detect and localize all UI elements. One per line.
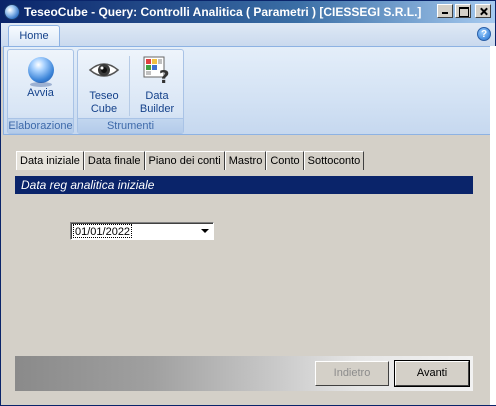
- data-builder-icon: ?: [141, 54, 173, 86]
- ribbon-tab-home[interactable]: Home: [8, 25, 60, 47]
- avvia-button[interactable]: Avvia: [18, 54, 63, 100]
- next-button[interactable]: Avanti: [394, 360, 470, 387]
- teseo-label-line2: Cube: [90, 103, 118, 115]
- tab-piano-dei-conti[interactable]: Piano dei conti: [144, 151, 225, 170]
- eye-icon: [88, 54, 120, 86]
- tab-sottoconto[interactable]: Sottoconto: [303, 151, 365, 170]
- group-label-strumenti: Strumenti: [78, 118, 183, 133]
- group-label-elaborazione: Elaborazione: [8, 118, 73, 133]
- ribbon-panel: Avvia Elaborazione Teseo Cube ? Data Bui…: [3, 46, 493, 135]
- minimize-button[interactable]: [437, 4, 453, 18]
- tab-conto[interactable]: Conto: [266, 151, 304, 170]
- date-dropdown[interactable]: 01/01/2022: [70, 222, 214, 240]
- svg-text:?: ?: [159, 67, 169, 86]
- close-button[interactable]: [475, 4, 491, 18]
- section-header: Data reg analitica iniziale: [15, 176, 473, 194]
- data-builder-label-line2: Builder: [139, 103, 175, 115]
- window-border-strip: [490, 46, 496, 405]
- tab-mastro[interactable]: Mastro: [224, 151, 267, 170]
- back-button[interactable]: Indietro: [315, 361, 389, 386]
- tab-data-finale[interactable]: Data finale: [83, 151, 145, 170]
- teseo-cube-button[interactable]: Teseo Cube: [84, 54, 124, 116]
- main-window: TeseoCube - Query: Controlli Analitica (…: [0, 0, 496, 406]
- date-value[interactable]: 01/01/2022: [73, 224, 133, 238]
- ribbon-separator: [129, 56, 130, 116]
- avvia-label: Avvia: [27, 87, 54, 99]
- help-icon[interactable]: ?: [477, 27, 491, 41]
- title-bar[interactable]: TeseoCube - Query: Controlli Analitica (…: [1, 1, 495, 23]
- wizard-button-bar: Indietro Avanti: [15, 356, 473, 391]
- teseo-label-line1: Teseo: [89, 90, 119, 102]
- wizard-tabstrip: Data iniziale Data finale Piano dei cont…: [16, 151, 471, 170]
- tab-data-iniziale[interactable]: Data iniziale: [16, 151, 84, 170]
- window-title: TeseoCube - Query: Controlli Analitica (…: [24, 5, 422, 19]
- globe-icon: [27, 57, 54, 87]
- ribbon-group-strumenti: Teseo Cube ? Data Builder Strumenti: [77, 49, 184, 134]
- data-builder-label-line1: Data: [145, 90, 169, 102]
- maximize-button[interactable]: [455, 4, 471, 18]
- app-icon[interactable]: [4, 4, 20, 20]
- data-builder-button[interactable]: ? Data Builder: [134, 54, 180, 116]
- ribbon-group-elaborazione: Avvia Elaborazione: [7, 49, 74, 134]
- ribbon-tab-bar: Home ?: [1, 23, 495, 47]
- window-controls: [437, 4, 491, 18]
- chevron-down-icon[interactable]: [201, 229, 209, 233]
